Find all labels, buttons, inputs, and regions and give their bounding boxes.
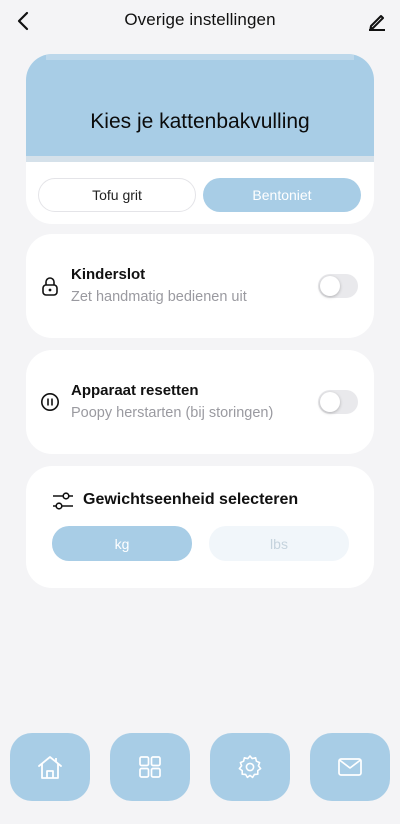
litter-option-tofu-grit[interactable]: Tofu grit [38, 178, 196, 212]
child-lock-title: Kinderslot [71, 266, 146, 283]
grid-icon [139, 756, 161, 778]
child-lock-toggle[interactable] [318, 274, 358, 298]
weight-unit-card: Gewichtseenheid selecteren kg lbs [26, 466, 374, 588]
toggle-knob [320, 276, 340, 296]
nav-messages-button[interactable] [310, 733, 390, 801]
litter-option-bentoniet[interactable]: Bentoniet [203, 178, 361, 212]
toggle-knob [320, 392, 340, 412]
pencil-icon [369, 15, 385, 31]
settings-icon [238, 755, 262, 779]
banner-decoration [46, 54, 354, 60]
nav-devices-button[interactable] [110, 733, 190, 801]
reset-card: Apparaat resetten Poopy herstarten (bij … [26, 350, 374, 454]
nav-settings-button[interactable] [210, 733, 290, 801]
nav-home-button[interactable] [10, 733, 90, 801]
lock-icon [40, 276, 60, 296]
top-bar: Overige instellingen [0, 0, 400, 42]
reset-subtitle: Poopy herstarten (bij storingen) [71, 405, 274, 421]
home-icon [38, 756, 62, 779]
unit-lbs-button[interactable]: lbs [209, 526, 349, 561]
child-lock-card: Kinderslot Zet handmatig bedienen uit [26, 234, 374, 338]
page-title: Overige instellingen [124, 10, 276, 29]
litter-banner: Kies je kattenbakvulling [26, 54, 374, 162]
reset-toggle[interactable] [318, 390, 358, 414]
litter-card: Kies je kattenbakvulling Tofu grit Bento… [26, 54, 374, 224]
child-lock-subtitle: Zet handmatig bedienen uit [71, 289, 247, 305]
unit-kg-button[interactable]: kg [52, 526, 192, 561]
mail-icon [338, 758, 362, 776]
pause-circle-icon [40, 392, 60, 412]
banner-decoration [26, 156, 374, 162]
litter-title: Kies je kattenbakvulling [90, 110, 310, 133]
weight-unit-title: Gewichtseenheid selecteren [83, 491, 299, 508]
edit-button[interactable] [364, 8, 390, 34]
sliders-icon [52, 491, 74, 511]
reset-title: Apparaat resetten [71, 382, 199, 399]
